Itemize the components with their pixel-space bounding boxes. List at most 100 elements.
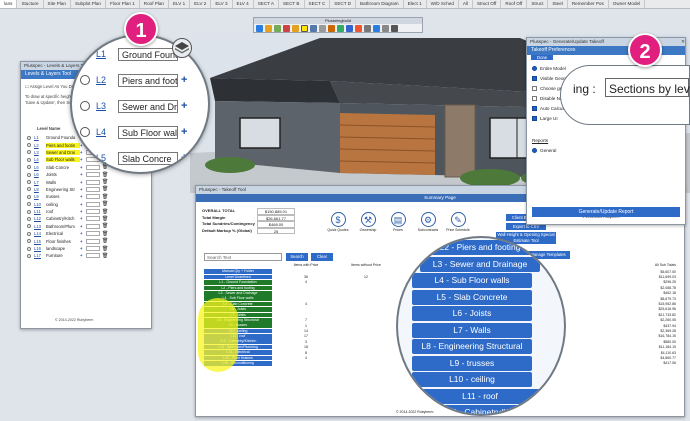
checkbox-icon[interactable] <box>532 115 537 121</box>
layer-field[interactable] <box>86 238 100 244</box>
search-button[interactable]: Search <box>286 253 308 261</box>
level-row-button[interactable]: L2 - Piers and footing <box>420 240 540 255</box>
tool-icon[interactable] <box>346 25 353 32</box>
scene-tab[interactable]: Steel <box>548 0 568 8</box>
radio-icon[interactable] <box>80 101 90 111</box>
level-code[interactable]: L12 <box>34 216 46 221</box>
layer-field[interactable] <box>86 253 100 259</box>
level-code[interactable]: L9 <box>34 194 46 199</box>
tool-button[interactable]: $ Quick Quotes <box>326 212 350 232</box>
level-code[interactable]: L6 <box>34 172 46 177</box>
layer-field[interactable] <box>86 209 100 215</box>
level-row[interactable]: L13 Bathroom/Plum + 🗑 <box>21 223 151 230</box>
level-row[interactable]: L17 Furniture + 🗑 <box>21 252 151 259</box>
scene-tab[interactable]: Stucture <box>17 0 44 8</box>
radio-icon[interactable] <box>27 246 31 251</box>
level-row[interactable]: L8 Engineering Str + 🗑 <box>21 186 151 193</box>
layers-icon[interactable] <box>301 25 308 32</box>
scene-tab[interactable]: W/D Sched <box>427 0 459 8</box>
scene-tab[interactable]: Owner Model <box>609 0 646 8</box>
level-row[interactable]: L3 Sewer and Drai + <box>80 98 187 114</box>
row-label-button[interactable]: L3 - Sewer and Drainage <box>204 290 272 296</box>
clear-button[interactable]: Clear <box>311 253 333 261</box>
tool-icon[interactable] <box>328 25 335 32</box>
scene-tab[interactable]: ELV 2 <box>190 0 212 8</box>
level-name[interactable]: Engineering Str <box>46 187 80 192</box>
add-icon[interactable]: + <box>181 152 187 164</box>
level-row[interactable]: L12 Cabinetry/Kitch + 🗑 <box>21 215 151 222</box>
tool-icon[interactable] <box>355 25 362 32</box>
layer-field[interactable] <box>86 201 100 207</box>
add-icon[interactable]: + <box>181 100 187 112</box>
scene-tab[interactable]: Site Plan <box>44 0 71 8</box>
tool-icon[interactable] <box>292 25 299 32</box>
level-code[interactable]: L3 <box>96 101 118 111</box>
level-name[interactable]: Sub Floor walls <box>118 125 178 139</box>
tool-icon[interactable] <box>382 25 389 32</box>
level-name[interactable]: Electrical <box>46 231 80 236</box>
checkbox-icon[interactable] <box>532 85 537 91</box>
tool-icon[interactable] <box>283 25 290 32</box>
radio-icon[interactable] <box>27 180 31 185</box>
trash-icon[interactable]: 🗑 <box>102 246 108 252</box>
level-code[interactable]: L1 <box>96 49 118 59</box>
tool-button[interactable]: ✎ Price Schedule <box>446 212 470 232</box>
scene-tab[interactable]: Subplot Plan <box>71 0 106 8</box>
scene-tab[interactable]: ELV 3 <box>211 0 233 8</box>
tool-icon[interactable] <box>391 25 398 32</box>
radio-icon[interactable] <box>80 153 90 163</box>
level-name[interactable]: ceiling <box>46 202 80 207</box>
radio-icon[interactable] <box>80 49 90 59</box>
layer-field[interactable] <box>86 246 100 252</box>
level-name[interactable]: Sewer and Drai <box>118 99 178 113</box>
level-row-button[interactable]: L9 - trusses <box>412 355 532 371</box>
level-code[interactable]: L2 <box>96 75 118 85</box>
tool-icon[interactable] <box>265 25 272 32</box>
level-name[interactable]: trusses <box>46 194 80 199</box>
level-row[interactable]: L5 Slab Concre + <box>80 150 187 166</box>
tool-icon[interactable] <box>364 25 371 32</box>
checkbox-icon[interactable] <box>532 95 537 101</box>
scene-tab[interactable]: SECT D <box>330 0 357 8</box>
level-code[interactable]: L17 <box>34 253 46 258</box>
scene-tab[interactable]: ELV 1 <box>169 0 191 8</box>
trash-icon[interactable]: 🗑 <box>102 201 108 207</box>
level-code[interactable]: L10 <box>34 202 46 207</box>
level-code[interactable]: L4 <box>34 157 46 162</box>
level-code[interactable]: L13 <box>34 224 46 229</box>
level-name[interactable]: Cabinetry/Kitch <box>46 216 80 221</box>
trash-icon[interactable]: 🗑 <box>102 223 108 229</box>
trash-icon[interactable]: 🗑 <box>102 194 108 200</box>
checkbox-icon[interactable] <box>532 75 537 81</box>
add-icon[interactable]: + <box>181 126 187 138</box>
level-row-button[interactable]: L11 - roof <box>420 388 540 404</box>
level-row[interactable]: L15 Floor finishes + 🗑 <box>21 237 151 244</box>
layer-field[interactable] <box>86 179 100 185</box>
tool-icon[interactable] <box>310 25 317 32</box>
level-name[interactable]: Floor finishes <box>46 239 80 244</box>
level-code[interactable]: L8 <box>34 187 46 192</box>
checkbox-icon[interactable] <box>532 105 537 111</box>
layer-field[interactable] <box>86 223 100 229</box>
tool-button[interactable]: ⚙ Subcontracts <box>416 212 440 232</box>
trash-icon[interactable]: 🗑 <box>102 231 108 237</box>
level-row-button[interactable]: L5 - Slab Concrete <box>412 289 532 305</box>
radio-icon[interactable] <box>27 224 31 229</box>
level-code[interactable]: L5 <box>96 153 118 163</box>
scene-tab[interactable]: All <box>459 0 473 8</box>
row-label-button[interactable]: Manual Qty + Folder <box>204 269 272 274</box>
level-code[interactable]: L5 <box>34 165 46 170</box>
scene-tab[interactable]: SECT C <box>305 0 331 8</box>
scene-tab[interactable]: Remember Pos <box>568 0 609 8</box>
level-code[interactable]: L7 <box>34 180 46 185</box>
level-name[interactable]: Sewer and Drai <box>46 149 80 155</box>
level-code[interactable]: L16 <box>34 246 46 251</box>
generate-report-button[interactable]: Generate/Update Report <box>532 207 680 217</box>
trash-icon[interactable]: 🗑 <box>102 172 108 178</box>
scene-tab[interactable]: Floor Plan 1 <box>106 0 140 8</box>
radio-icon[interactable] <box>532 147 537 153</box>
scene-tab[interactable]: lans <box>0 0 18 8</box>
level-row[interactable]: L10 ceiling + 🗑 <box>21 201 151 208</box>
scene-tab[interactable]: Struct <box>527 0 549 8</box>
row-label-button[interactable]: Level Undefined <box>204 274 272 280</box>
